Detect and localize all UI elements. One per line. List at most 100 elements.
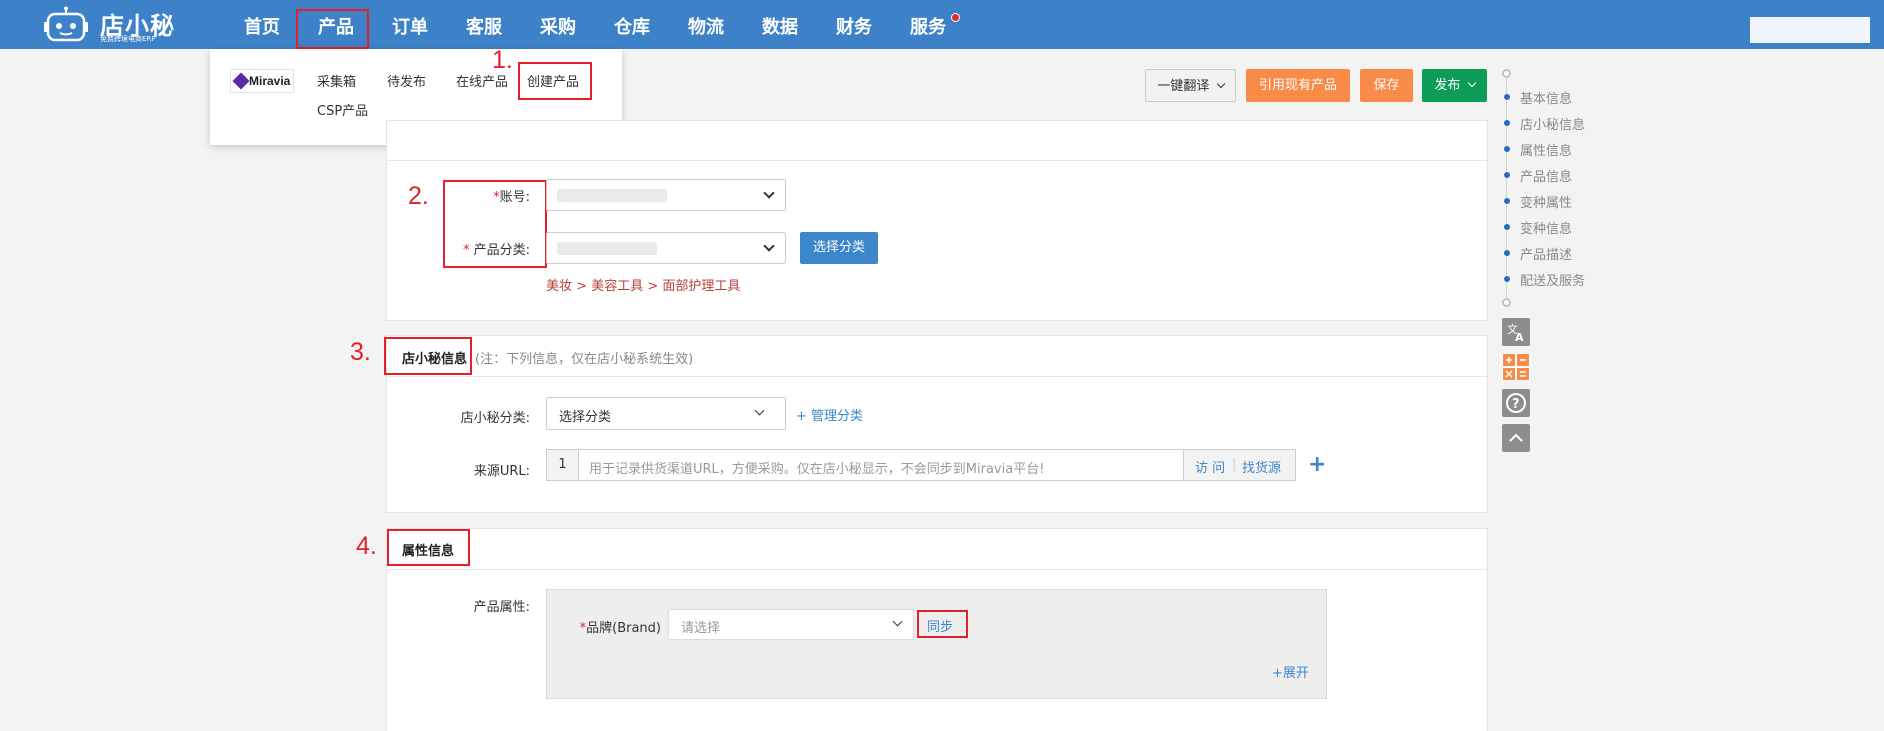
dxm-category-value: 选择分类 [559,410,612,425]
calculator-icon[interactable] [1502,353,1530,381]
chevron-up-icon [1509,433,1523,442]
product-category-label: * 产品分类: [462,243,530,258]
miravia-logo: Miravia [230,69,294,93]
visit-url-button[interactable]: 访 问 [1195,457,1225,476]
translate-button[interactable]: 一键翻译 [1145,69,1236,102]
side-nav-dot [1504,198,1510,204]
brand-placeholder: 请选择 [681,621,721,636]
source-url-input-group: 1 用于记录供货渠道URL，方便采购。仅在店小秘显示，不会同步到Miravia平… [546,449,1296,481]
side-nav-product-description[interactable]: 产品描述 [1520,244,1572,263]
side-nav-variant-attributes[interactable]: 变种属性 [1520,192,1572,211]
nav-services[interactable]: 服务 [910,13,946,38]
chevron-down-icon [1467,78,1476,88]
nav-customer-service[interactable]: 客服 [466,13,502,38]
breadcrumb-item: 面部护理工具 [662,279,741,294]
menu-item-csp-products[interactable]: CSP产品 [317,100,368,119]
nav-home[interactable]: 首页 [244,13,280,38]
user-account-area[interactable] [1750,17,1870,43]
menu-item-pending-publish[interactable]: 待发布 [387,71,426,90]
nav-logistics[interactable]: 物流 [688,13,724,38]
side-nav-top-ring [1502,69,1511,78]
dxm-category-label: 店小秘分类: [460,411,530,426]
side-nav-dot [1504,276,1510,282]
side-nav-basic-info[interactable]: 基本信息 [1520,88,1572,107]
chevron-down-icon [892,616,903,627]
product-category-select[interactable] [546,232,786,264]
annotation-step-1: 1. [492,46,513,74]
dxm-info-title: 店小秘信息 [402,352,468,367]
publish-button[interactable]: 发布 [1422,69,1487,102]
attributes-title: 属性信息 [402,544,455,559]
breadcrumb-item: 美容工具 [591,279,644,294]
nav-purchasing[interactable]: 采购 [540,13,576,38]
miravia-logo-text: Miravia [249,74,291,88]
annotation-step-4: 4. [356,532,377,560]
source-url-input[interactable]: 用于记录供货渠道URL，方便采购。仅在店小秘显示，不会同步到Miravia平台! [589,458,1044,477]
nav-warehouse[interactable]: 仓库 [614,13,650,38]
publish-button-label: 发布 [1434,78,1461,93]
help-icon[interactable]: ? [1502,389,1530,417]
manage-category-link[interactable]: + 管理分类 [796,405,863,424]
side-nav-variant-info[interactable]: 变种信息 [1520,218,1572,237]
top-nav-bar: 店小秘 免费跨境电商ERP 首页 产品 订单 客服 采购 仓库 物流 数据 财务… [0,0,1884,49]
side-nav-shipping-service[interactable]: 配送及服务 [1520,270,1585,289]
import-existing-product-button[interactable]: 引用现有产品 [1246,69,1350,102]
account-label: *账号: [493,190,530,205]
annotation-box-nav-product [296,9,369,49]
menu-item-collection-box[interactable]: 采集箱 [317,71,356,90]
chevron-down-icon [763,187,775,199]
chevron-down-icon [763,240,775,252]
side-nav-product-info[interactable]: 产品信息 [1520,166,1572,185]
app-logo[interactable]: 店小秘 免费跨境电商ERP [44,4,184,44]
save-button[interactable]: 保存 [1360,69,1413,102]
expand-attributes-link[interactable]: +展开 [1272,662,1309,681]
chevron-down-icon [1216,79,1225,89]
category-value-redacted [557,242,657,255]
side-nav-track [1506,74,1507,302]
nav-orders[interactable]: 订单 [392,13,428,38]
nav-finance[interactable]: 财务 [836,13,872,38]
annotation-step-2: 2. [408,182,429,210]
account-select[interactable] [546,179,786,211]
side-nav-dot [1504,120,1510,126]
nav-data[interactable]: 数据 [762,13,798,38]
annotation-box-create-product [518,62,592,100]
basic-info-card-header [387,121,1487,161]
breadcrumb-item: 美妆 [546,279,573,294]
url-addon: 访 问 | 找货源 [1183,450,1295,480]
select-category-button[interactable]: 选择分类 [800,232,878,264]
product-attributes-label: 产品属性: [473,600,530,615]
brand-select[interactable]: 请选择 [668,609,914,640]
account-value-redacted [557,189,667,202]
calculator-glyph-icon [1503,354,1529,380]
back-to-top-icon[interactable] [1502,424,1530,452]
annotation-step-3: 3. [350,338,371,366]
notification-dot [951,13,960,22]
add-url-plus-icon[interactable]: + [1308,452,1326,477]
side-nav-attributes[interactable]: 属性信息 [1520,140,1572,159]
dxm-info-note: (注：下列信息，仅在店小秘系统生效) [475,352,694,367]
translate-glyph-icon: 文 A [1507,322,1524,344]
url-index-prefix: 1 [547,450,579,480]
logo-subtitle: 免费跨境电商ERP [100,35,156,43]
annotation-box-sync [917,610,968,638]
find-source-button[interactable]: 找货源 [1242,457,1281,476]
side-nav-dot [1504,224,1510,230]
product-attributes-panel: *品牌(Brand) 请选择 同步 +展开 [546,589,1327,699]
source-url-label: 来源URL: [473,464,530,479]
dxm-category-select[interactable]: 选择分类 [546,397,786,430]
miravia-mark-icon [232,72,250,90]
brand-label: *品牌(Brand) [579,621,661,636]
addon-divider: | [1232,457,1237,472]
svg-text:?: ? [1512,397,1520,412]
translate-tool-icon[interactable]: 文 A [1502,318,1530,346]
side-nav-dot [1504,172,1510,178]
side-nav-dot [1504,146,1510,152]
side-nav-dxm-info[interactable]: 店小秘信息 [1520,114,1585,133]
attributes-card-header [387,529,1487,570]
translate-button-label: 一键翻译 [1157,79,1210,94]
chevron-down-icon [754,405,765,416]
side-nav-dot [1504,94,1510,100]
svg-text:A: A [1515,331,1524,344]
side-nav-dot [1504,250,1510,256]
